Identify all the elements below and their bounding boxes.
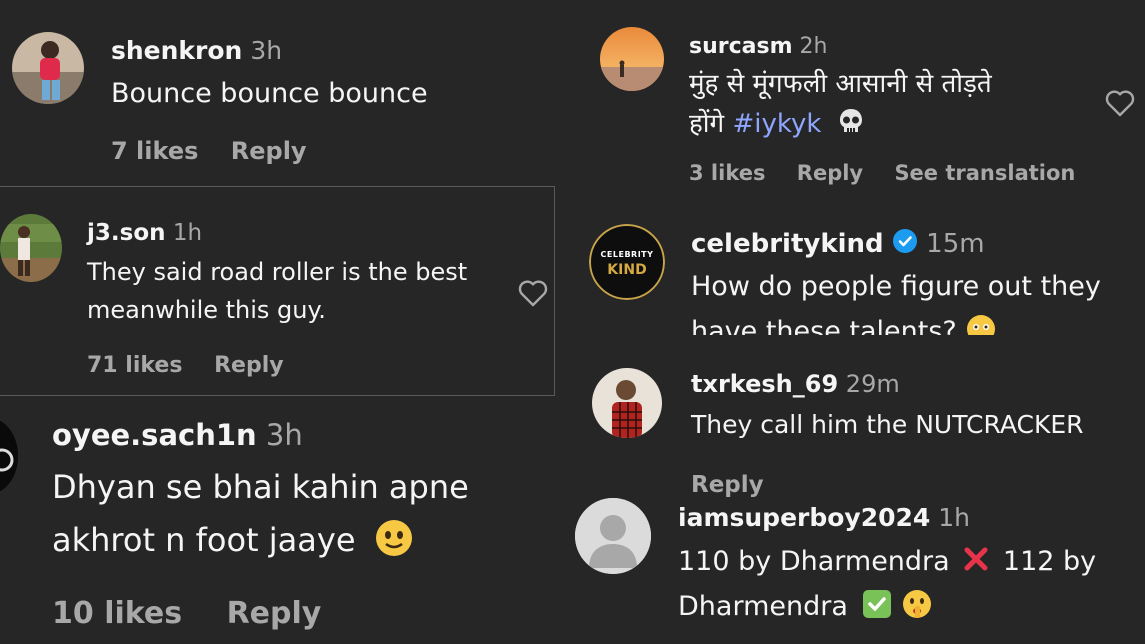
comment-text-line-1a: 110 by Dharmendra [678,546,950,577]
comment-text-line-2: have these talents? [691,316,957,335]
comment-text: Bounce bounce bounce [111,78,428,109]
timestamp: 1h [172,220,203,246]
heart-icon[interactable] [517,278,549,312]
flushed-emoji-icon [965,313,997,335]
see-translation-button[interactable]: See translation [894,161,1075,185]
reply-button[interactable]: Reply [797,161,863,185]
check-mark-emoji-icon [862,589,892,626]
verified-badge-icon [892,228,918,261]
username[interactable]: celebritykind [691,229,884,259]
skull-emoji-icon [836,106,866,143]
likes-count[interactable]: 7 likes [111,137,198,165]
avatar[interactable] [0,214,62,282]
reply-button[interactable]: Reply [691,472,764,498]
heart-icon[interactable] [1104,88,1136,122]
default-avatar-icon[interactable] [575,498,651,574]
username[interactable]: oyee.sach1n [52,418,257,452]
timestamp: 1h [938,503,971,532]
username[interactable]: j3.son [87,220,166,246]
comment-text-line-1: Dhyan se bhai kahin apne [52,468,469,506]
username[interactable]: txrkesh_69 [691,370,838,398]
comment-text: They call him the NUTCRACKER [691,410,1084,439]
avatar-brand-text: KIND [607,262,647,278]
username[interactable]: iamsuperboy2024 [678,503,930,532]
avatar[interactable] [600,27,664,91]
timestamp: 29m [845,370,900,398]
comment-text-line-1: मुंह से मूंगफली आसानी से तोड़ते [689,69,992,99]
comment-text-line-2: akhrot n foot jaaye [52,521,356,559]
username[interactable]: surcasm [689,34,793,59]
comment-celebritykind: CELEBRITY KIND celebritykind 15m How do … [570,215,1145,335]
reply-button[interactable]: Reply [227,596,322,631]
reply-button[interactable]: Reply [214,353,284,378]
cross-mark-emoji-icon [962,545,990,580]
username[interactable]: shenkron [111,36,242,65]
comment-text-line-1b: 112 by [1002,546,1097,577]
reply-button[interactable]: Reply [231,137,307,165]
avatar[interactable]: CELEBRITY KIND [589,224,665,300]
timestamp: 3h [250,36,283,65]
avatar[interactable] [12,32,84,104]
likes-count[interactable]: 71 likes [87,353,182,378]
timestamp: 3h [265,418,303,452]
smiley-emoji-icon [374,518,414,566]
timestamp: 2h [799,34,828,59]
comment-text-line-2: Dharmendra [678,591,848,622]
avatar[interactable] [0,418,18,494]
avatar-brand-text: CELEBRITY [600,250,654,259]
avatar[interactable] [592,368,662,438]
likes-count[interactable]: 10 likes [52,596,182,631]
comment-text-line-2: होंगे [689,109,733,139]
likes-count[interactable]: 3 likes [689,161,765,185]
comment-text-line-1: How do people figure out they [691,271,1101,302]
timestamp: 15m [926,229,985,259]
hashtag-link[interactable]: #iykyk [732,109,821,139]
comment-text-line-2: meanwhile this guy. [87,296,326,324]
shushing-emoji-icon [901,588,933,627]
comment-text-line-1: They said road roller is the best [87,258,468,286]
